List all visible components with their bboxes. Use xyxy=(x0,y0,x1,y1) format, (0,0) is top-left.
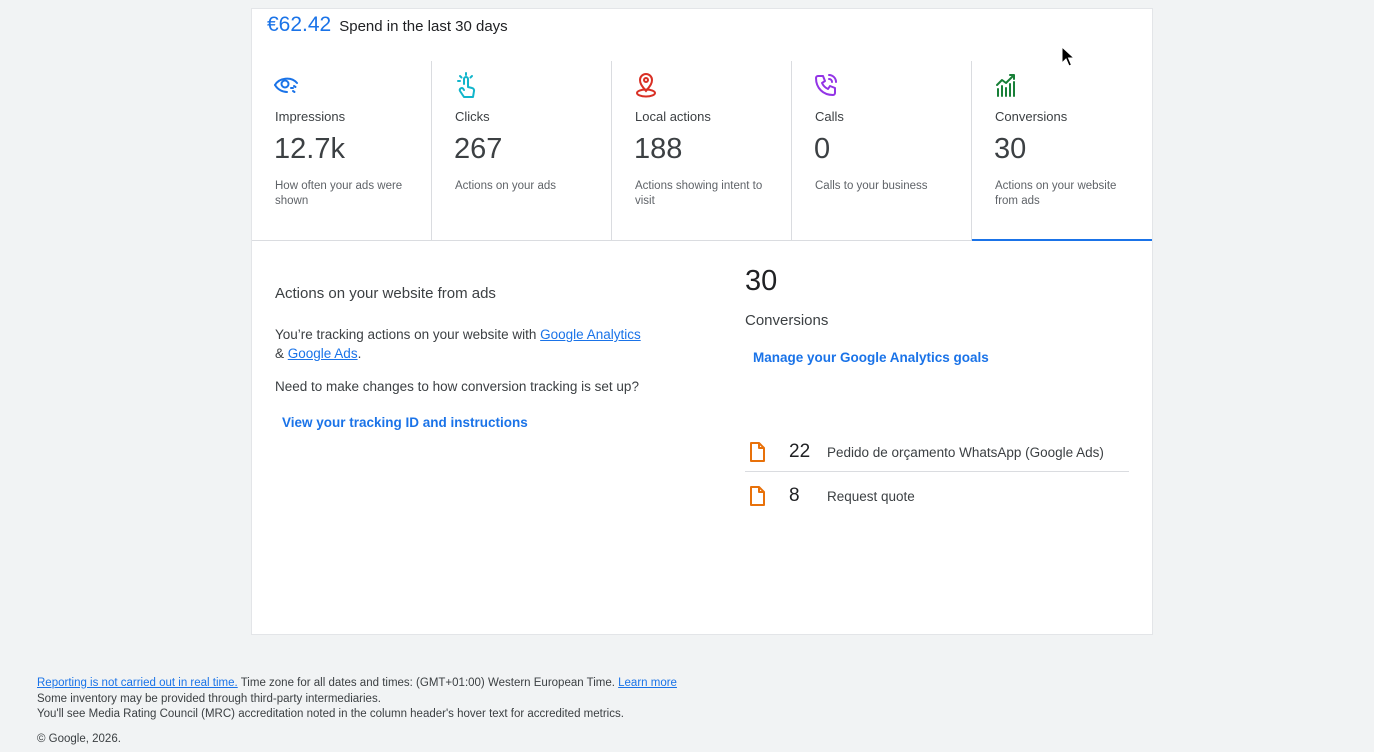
metric-tab-calls[interactable]: Calls 0 Calls to your business xyxy=(792,61,972,240)
timezone-text: Time zone for all dates and times: (GMT+… xyxy=(237,677,619,689)
copyright: © Google, 2026. xyxy=(37,732,121,745)
location-pin-icon xyxy=(632,71,660,99)
metric-label: Conversions xyxy=(995,109,1068,124)
metric-label: Local actions xyxy=(635,109,711,124)
metrics-row: Impressions 12.7k How often your ads wer… xyxy=(252,61,1152,241)
conversions-summary: 30 Conversions Manage your Google Analyt… xyxy=(745,265,1135,535)
footer-line-3: You'll see Media Rating Council (MRC) ac… xyxy=(37,708,624,720)
metric-tab-impressions[interactable]: Impressions 12.7k How often your ads wer… xyxy=(252,61,432,240)
metric-value: 0 xyxy=(814,133,831,165)
view-tracking-id-button[interactable]: View your tracking ID and instructions xyxy=(282,415,528,430)
spend-amount: €62.42 xyxy=(267,13,332,36)
learn-more-link[interactable]: Learn more xyxy=(618,677,677,689)
metric-description: Actions showing intent to visit xyxy=(635,180,763,207)
trending-chart-icon xyxy=(992,71,1020,99)
metric-value: 30 xyxy=(994,133,1027,165)
conversions-label: Conversions xyxy=(745,312,829,329)
document-icon xyxy=(750,486,765,506)
conversion-row: 8 Request quote xyxy=(745,477,1129,515)
tracking-question: Need to make changes to how conversion t… xyxy=(275,379,639,394)
footer-line-2: Some inventory may be provided through t… xyxy=(37,692,381,705)
footer: Reporting is not carried out in real tim… xyxy=(37,676,677,747)
metric-description: Actions on your ads xyxy=(455,180,557,192)
conversion-row: 22 Pedido de orçamento WhatsApp (Google … xyxy=(745,433,1129,472)
metric-label: Calls xyxy=(815,109,844,124)
document-icon xyxy=(750,442,765,462)
metric-tab-clicks[interactable]: Clicks 267 Actions on your ads xyxy=(432,61,612,240)
conversion-count: 8 xyxy=(789,485,800,506)
tracking-text: You’re tracking actions on your website … xyxy=(275,327,541,342)
spend-label: Spend in the last 30 days xyxy=(339,18,508,35)
metric-value: 188 xyxy=(634,133,683,165)
spend-summary: €62.42 Spend in the last 30 days xyxy=(267,13,508,37)
conversions-total: 30 xyxy=(745,265,778,297)
mouse-cursor-icon xyxy=(1061,46,1075,67)
tracking-text-and: & xyxy=(275,346,288,361)
manage-goals-button[interactable]: Manage your Google Analytics goals xyxy=(753,350,989,365)
tap-icon xyxy=(452,71,480,99)
metric-description: Actions on your website from ads xyxy=(995,180,1117,207)
metric-tab-local-actions[interactable]: Local actions 188 Actions showing intent… xyxy=(612,61,792,240)
metric-tab-conversions[interactable]: Conversions 30 Actions on your website f… xyxy=(972,61,1152,241)
tracking-description: You’re tracking actions on your website … xyxy=(275,325,665,363)
phone-icon xyxy=(812,71,840,99)
conversion-count: 22 xyxy=(789,441,811,462)
tracking-text-end: . xyxy=(357,346,362,361)
metric-value: 267 xyxy=(454,133,503,165)
google-analytics-link[interactable]: Google Analytics xyxy=(540,327,641,342)
metric-label: Clicks xyxy=(455,109,490,124)
metric-label: Impressions xyxy=(275,109,346,124)
metric-description: Calls to your business xyxy=(815,180,928,192)
section-title: Actions on your website from ads xyxy=(275,285,496,302)
footer-line-1: Reporting is not carried out in real tim… xyxy=(37,676,677,692)
google-ads-link[interactable]: Google Ads xyxy=(288,346,358,361)
metric-value: 12.7k xyxy=(274,133,345,165)
conversion-name: Request quote xyxy=(827,488,915,504)
eye-icon xyxy=(272,71,300,99)
realtime-reporting-link[interactable]: Reporting is not carried out in real tim… xyxy=(37,677,238,689)
performance-card: €62.42 Spend in the last 30 days Impress… xyxy=(251,8,1153,635)
conversion-tracking-info: Actions on your website from ads You’re … xyxy=(275,285,675,430)
conversion-name: Pedido de orçamento WhatsApp (Google Ads… xyxy=(827,444,1104,460)
metric-description: How often your ads were shown xyxy=(275,180,403,207)
